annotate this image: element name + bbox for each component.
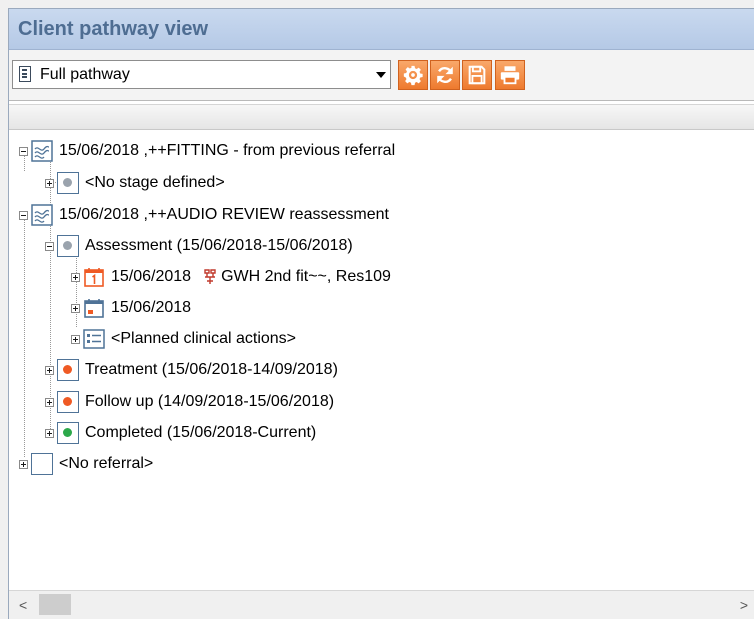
expand-toggle[interactable]: [45, 428, 54, 438]
stage-followup-icon: [57, 391, 79, 413]
panel-title: Client pathway view: [18, 18, 209, 40]
checklist-icon: [83, 329, 105, 349]
calendar-icon: [84, 299, 104, 318]
tree-node-stage[interactable]: Completed (15/06/2018-Current): [45, 421, 316, 445]
stage-label: Follow up (14/09/2018-15/06/2018): [85, 393, 335, 410]
stage-undefined-icon: [57, 172, 79, 194]
empty-referral-icon: [31, 453, 53, 475]
expand-toggle[interactable]: [71, 303, 80, 313]
tree-node-planned-actions[interactable]: <Planned clinical actions>: [71, 327, 296, 351]
tree-node-referral[interactable]: 15/06/2018 ,++FITTING - from previous re…: [19, 139, 395, 163]
view-select[interactable]: Full pathway: [12, 60, 391, 89]
chevron-down-icon[interactable]: [372, 62, 389, 87]
calendar-icon: [84, 268, 104, 287]
tree-connector: [24, 217, 25, 457]
appointment-date: 15/06/2018: [111, 299, 192, 316]
tree-node-stage[interactable]: Follow up (14/09/2018-15/06/2018): [45, 390, 334, 414]
referral-label: 15/06/2018 ,++FITTING - from previous re…: [59, 142, 396, 159]
appointment-date: 15/06/2018: [111, 268, 192, 285]
scroll-left-icon[interactable]: <: [19, 597, 27, 613]
settings-icon: [403, 65, 423, 86]
tree-node-appointment[interactable]: 15/06/2018 GWH 2nd fit~~, Res109: [71, 265, 391, 289]
view-select-value: Full pathway: [40, 66, 130, 83]
tree-node-stage[interactable]: Treatment (15/06/2018-14/09/2018): [45, 358, 338, 382]
tree-node-referral[interactable]: <No referral>: [19, 452, 153, 476]
panel-header: Client pathway view: [9, 9, 754, 50]
refresh-icon: [437, 66, 453, 84]
stage-label: Treatment (15/06/2018-14/09/2018): [85, 361, 338, 378]
tree-node-referral[interactable]: 15/06/2018 ,++AUDIO REVIEW reassessment: [19, 203, 389, 227]
expand-toggle[interactable]: [71, 272, 80, 282]
tree-node-stage[interactable]: Assessment (15/06/2018-15/06/2018): [45, 234, 353, 258]
expand-toggle[interactable]: [45, 365, 54, 375]
expand-toggle[interactable]: [45, 397, 54, 407]
collapse-toggle[interactable]: [19, 210, 28, 220]
stage-completed-icon: [57, 422, 79, 444]
tree-node-stage[interactable]: <No stage defined>: [45, 171, 225, 195]
expand-toggle[interactable]: [71, 334, 80, 344]
print-icon: [500, 66, 520, 85]
horizontal-scrollbar[interactable]: < >: [9, 590, 754, 619]
pathway-tree: 15/06/2018 ,++FITTING - from previous re…: [9, 129, 754, 591]
document-icon: [19, 66, 31, 82]
planned-actions-label: <Planned clinical actions>: [111, 330, 297, 347]
save-icon: [468, 65, 486, 85]
stage-label: Completed (15/06/2018-Current): [85, 424, 317, 441]
expand-toggle[interactable]: [45, 178, 54, 188]
clinic-schedule-icon: [204, 269, 216, 284]
referral-icon: [31, 204, 53, 226]
collapse-toggle[interactable]: [45, 241, 54, 251]
print-button[interactable]: [495, 60, 525, 90]
expand-toggle[interactable]: [19, 459, 28, 469]
referral-label: <No referral>: [59, 455, 154, 472]
stage-assessment-icon: [57, 235, 79, 257]
stage-label: <No stage defined>: [85, 174, 225, 191]
column-header: [9, 104, 754, 130]
stage-label: Assessment (15/06/2018-15/06/2018): [85, 237, 353, 254]
scroll-right-icon[interactable]: >: [740, 597, 748, 613]
referral-label: 15/06/2018 ,++AUDIO REVIEW reassessment: [59, 206, 389, 223]
settings-button[interactable]: [398, 60, 428, 90]
collapse-toggle[interactable]: [19, 146, 28, 156]
tree-node-appointment[interactable]: 15/06/2018: [71, 296, 191, 320]
stage-treatment-icon: [57, 359, 79, 381]
toolbar: Full pathway: [9, 50, 754, 101]
pathway-panel: Client pathway view Full pathway 15/06/2…: [8, 8, 754, 619]
referral-icon: [31, 140, 53, 162]
appointment-detail: GWH 2nd fit~~, Res109: [221, 268, 391, 285]
scroll-thumb[interactable]: [39, 594, 71, 615]
refresh-button[interactable]: [430, 60, 460, 90]
save-button[interactable]: [462, 60, 492, 90]
